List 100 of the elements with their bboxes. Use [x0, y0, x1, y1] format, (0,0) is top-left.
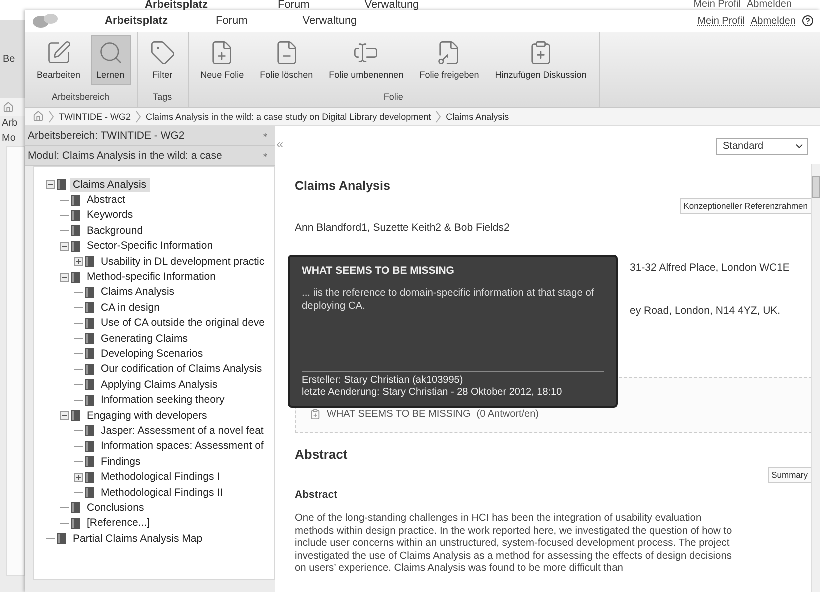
book-icon [85, 487, 94, 498]
group-label: Tags [152, 91, 174, 104]
breadcrumb-link[interactable]: TWINTIDE - WG2 [59, 112, 131, 122]
nav-tab[interactable]: Verwaltung [364, 0, 420, 10]
header-link[interactable]: Mein Profil [698, 16, 745, 26]
ribbon-button[interactable]: Neue Folie [194, 35, 250, 85]
tree-item[interactable]: Usability in DL development practic [98, 254, 268, 269]
collapse-panel-icon[interactable] [275, 140, 285, 150]
tree-item[interactable]: Claims Analysis [98, 285, 178, 300]
book-icon [85, 348, 94, 360]
modified-text: letzte Aenderung: Stary Christian - 28 Oktober 2012, 18:10 [302, 387, 564, 398]
nav-tab[interactable]: Forum [216, 15, 248, 27]
book-icon [71, 518, 80, 529]
tree-item[interactable]: Sector-Specific Information [84, 239, 216, 254]
book-icon [71, 272, 80, 283]
header-link[interactable]: Mein Profil [694, 0, 741, 10]
home-icon[interactable] [3, 102, 14, 112]
book-icon [85, 472, 94, 483]
view-select[interactable]: Standard [716, 138, 808, 155]
tree-item[interactable]: Findings [98, 454, 144, 469]
ribbon-button[interactable]: Hinzufügen Diskussion [489, 35, 593, 85]
book-icon [85, 302, 94, 314]
header-link[interactable]: Abmelden [750, 16, 796, 26]
page-title: Claims Analysis [295, 179, 392, 193]
ribbon-button[interactable]: Folie umbenennen [323, 35, 410, 85]
tree-item[interactable]: CA in design [98, 300, 163, 315]
nav-tab[interactable]: Forum [278, 0, 310, 10]
book-icon [85, 440, 94, 452]
book-icon [71, 502, 80, 514]
ribbon-button[interactable]: Folie freigeben [414, 35, 486, 85]
tree-item[interactable]: Information spaces: Assessment of [98, 439, 267, 454]
abstract-paragraph: One of the long-standing challenges in HCI has been the integration of usability evaluation methods within design practice. In the work reported here, we investigated the question of how to include user concerns within an unstructured, system-focused development process. The project investigated the use of Claims Analysis as a method for assessing the effects of design decisions on users’ experience. Claims Analysis was found to be more difficult than [295, 513, 734, 576]
breadcrumb-link[interactable]: Claims Analysis in the wild: a case study on Digital Library development [146, 112, 432, 122]
authors-text: Ann Blandford1, Suzette Keith2 & Bob Fields2 [295, 222, 511, 234]
collapse-icon[interactable] [60, 242, 69, 251]
expand-icon[interactable] [74, 472, 83, 482]
tooltip-title: WHAT SEEMS TO BE MISSING [302, 265, 456, 277]
tree-item[interactable]: Background [84, 224, 146, 238]
help-icon[interactable] [802, 15, 814, 27]
tooltip-text: ... iis the reference to domain-specific information at that stage of deploying CA. [302, 287, 596, 313]
tree-item[interactable]: Developing Scenarios [98, 346, 206, 361]
address-text: 31-32 Alfred Place, London WC1E [630, 262, 790, 274]
nav-tab[interactable]: Arbeitsplatz [105, 15, 168, 27]
panel-title: Mo [2, 133, 16, 144]
collapse-icon[interactable] [46, 180, 55, 190]
tree-item[interactable]: Use of CA outside the original deve [98, 316, 268, 330]
ribbon-button[interactable]: Folie löschen [254, 35, 320, 85]
book-icon [85, 256, 94, 268]
book-icon [71, 410, 80, 422]
expand-icon[interactable] [74, 257, 83, 266]
pin-icon[interactable] [262, 132, 269, 139]
scrollbar[interactable] [811, 164, 820, 592]
tree-item[interactable]: Methodological Findings I [98, 470, 224, 484]
book-icon [71, 210, 80, 221]
tree-item[interactable]: Conclusions [84, 500, 148, 515]
tree-item[interactable]: Jasper: Assessment of a novel feat [98, 424, 267, 438]
ribbon-button[interactable]: Lernen [90, 35, 131, 85]
tree-item[interactable]: [Reference...] [84, 516, 154, 530]
collapse-icon[interactable] [60, 411, 69, 420]
pin-icon[interactable] [262, 152, 269, 159]
collapse-icon[interactable] [60, 272, 69, 282]
search-icon [98, 40, 124, 66]
tree-item[interactable]: Partial Claims Analysis Map [70, 532, 206, 546]
logo-icon [31, 12, 61, 30]
book-icon [57, 533, 66, 544]
tree-item[interactable]: Our codification of Claims Analysis [98, 362, 266, 376]
book-icon [85, 394, 94, 406]
tree-item[interactable]: Abstract [84, 193, 129, 208]
pen-square-icon [46, 40, 72, 66]
category-tag[interactable]: Summary [768, 467, 812, 483]
section-heading: Abstract [295, 447, 349, 462]
ribbon-button[interactable]: Filter [144, 35, 182, 85]
separator-icon [436, 110, 442, 122]
tree-item[interactable]: Claims Analysis [70, 178, 150, 192]
tree-item[interactable]: Engaging with developers [84, 408, 210, 423]
creator-text: Ersteller: Stary Christian (ak103995) [302, 375, 464, 386]
nav-tab[interactable]: Verwaltung [302, 15, 358, 27]
ribbon-button[interactable]: Bearbeiten [31, 35, 87, 85]
separator-icon [49, 110, 54, 122]
tree-item[interactable]: Methodological Findings II [98, 486, 226, 500]
tree-item[interactable]: Keywords [84, 208, 136, 222]
breadcrumb-link[interactable]: Claims Analysis [446, 112, 510, 122]
tree-item[interactable]: Generating Claims [98, 332, 191, 346]
header-link[interactable]: Abmelden [746, 0, 792, 10]
book-icon [71, 225, 80, 236]
address-text: ey Road, London, N14 4YZ, UK. [630, 305, 781, 317]
note-icon [310, 409, 321, 420]
panel-title: Arb [2, 118, 18, 129]
reply-count: (0 Antwort/en) [476, 409, 539, 420]
tag-icon [150, 40, 176, 66]
nav-tab[interactable]: Arbeitsplatz [145, 0, 208, 10]
home-icon[interactable] [33, 111, 44, 122]
subheading: Abstract [295, 489, 339, 501]
tree-item[interactable]: Applying Claims Analysis [98, 378, 221, 392]
tree-item[interactable]: Information seeking theory [98, 393, 228, 408]
book-icon [85, 425, 94, 436]
book-icon [85, 286, 94, 298]
category-tag[interactable]: Konzeptioneller Referenzrahmen [680, 198, 812, 214]
tree-item[interactable]: Method-specific Information [84, 270, 219, 284]
discussion-link[interactable]: WHAT SEEMS TO BE MISSING [327, 409, 471, 420]
